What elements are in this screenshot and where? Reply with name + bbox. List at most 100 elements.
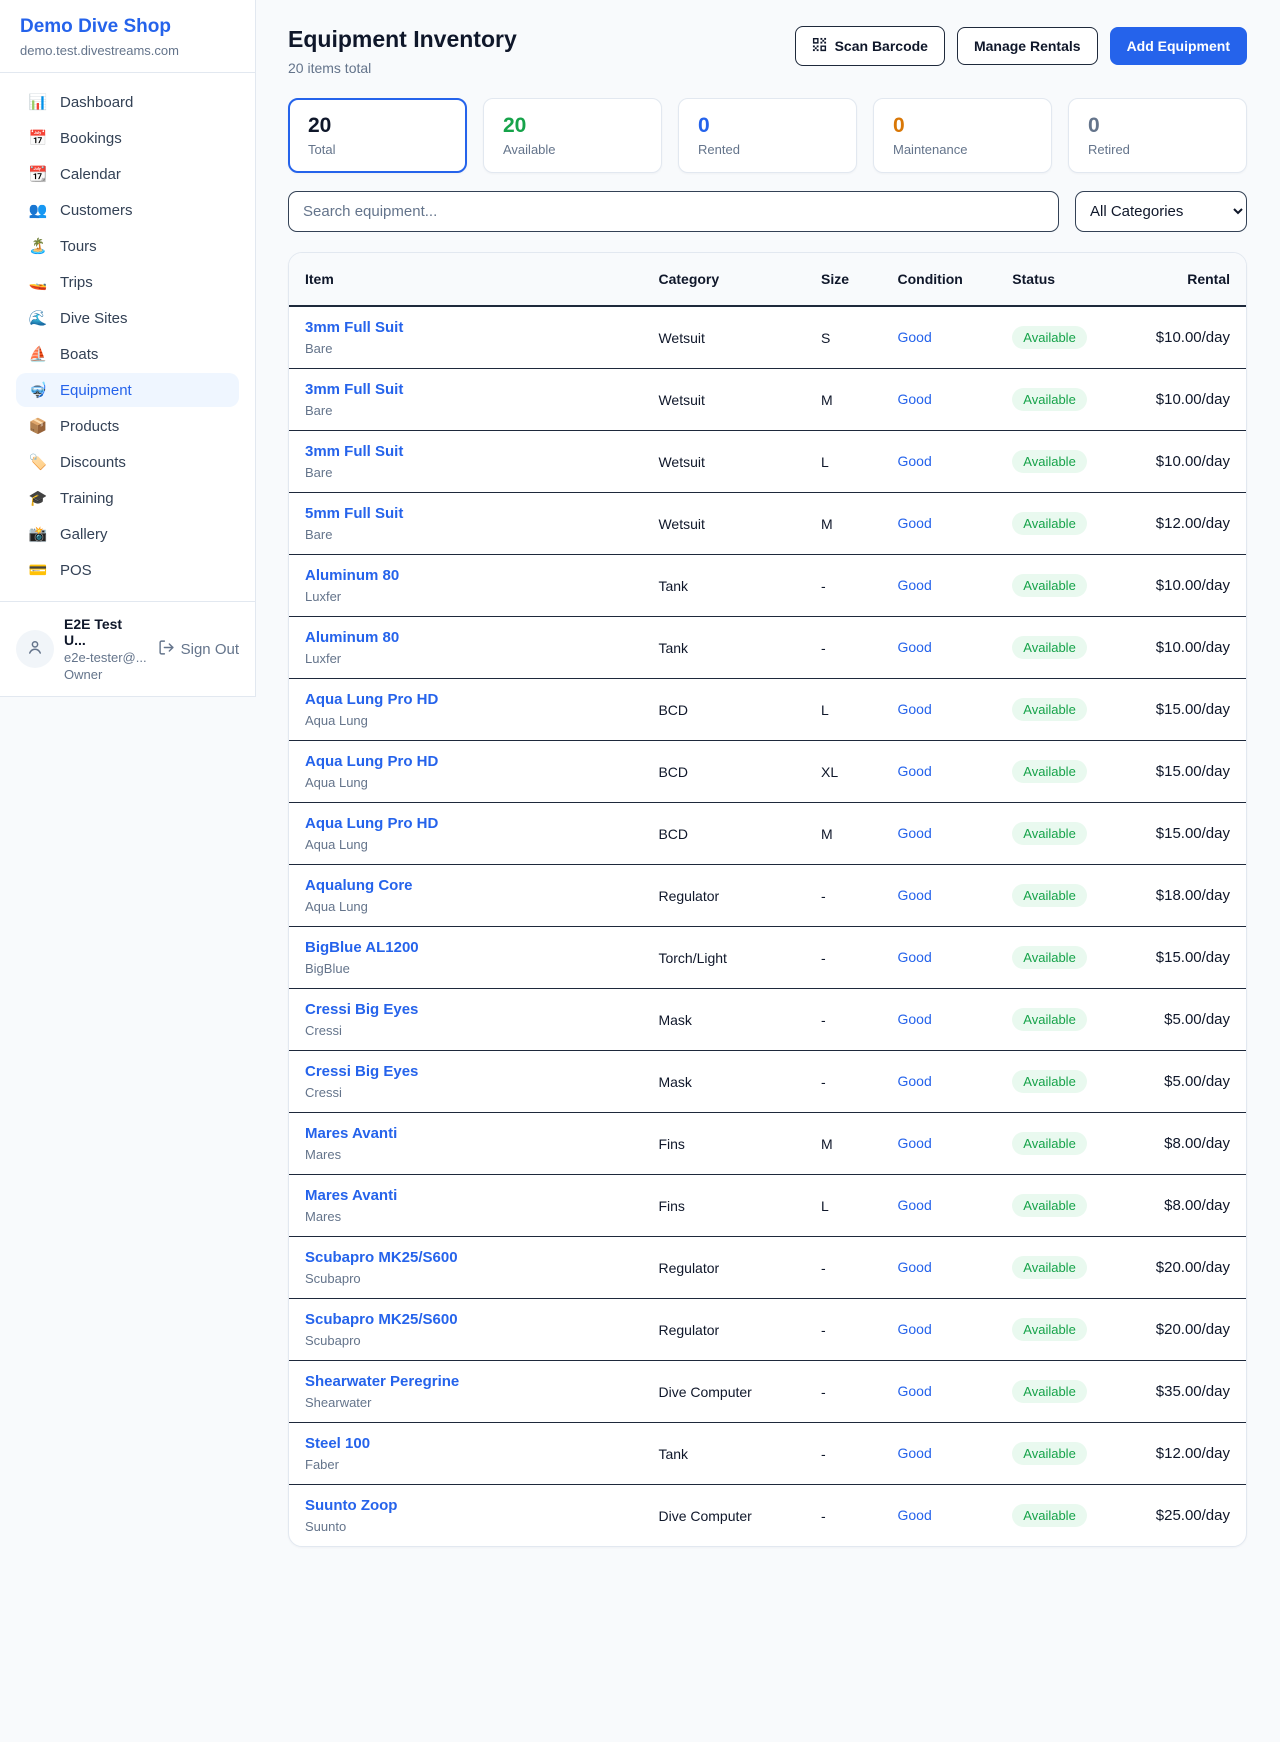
- item-condition-link[interactable]: Good: [898, 887, 932, 903]
- item-name-link[interactable]: Mares Avanti: [305, 1187, 397, 1204]
- sidebar-item-dive-sites[interactable]: 🌊 Dive Sites: [16, 301, 239, 335]
- add-equipment-button[interactable]: Add Equipment: [1110, 27, 1247, 65]
- item-condition-link[interactable]: Good: [898, 515, 932, 531]
- item-name-link[interactable]: Cressi Big Eyes: [305, 1001, 418, 1018]
- sidebar-item-label: Calendar: [60, 166, 121, 183]
- sidebar-item-label: Training: [60, 490, 114, 507]
- item-condition-link[interactable]: Good: [898, 1445, 932, 1461]
- item-brand: Aqua Lung: [305, 837, 626, 852]
- item-condition-link[interactable]: Good: [898, 391, 932, 407]
- diving-mask-icon: 🤿: [28, 381, 48, 399]
- stat-card-retired[interactable]: 0 Retired: [1068, 98, 1247, 173]
- sidebar-item-gallery[interactable]: 📸 Gallery: [16, 517, 239, 551]
- item-name-link[interactable]: Mares Avanti: [305, 1125, 397, 1142]
- item-rental-rate: $15.00/day: [1140, 741, 1246, 803]
- status-badge: Available: [1012, 1132, 1087, 1155]
- item-name-link[interactable]: Suunto Zoop: [305, 1497, 397, 1514]
- calendar-icon: 📅: [28, 129, 48, 147]
- sidebar-item-label: Dive Sites: [60, 310, 128, 327]
- item-name-link[interactable]: Aqualung Core: [305, 877, 413, 894]
- item-brand: Shearwater: [305, 1395, 626, 1410]
- item-name-link[interactable]: 5mm Full Suit: [305, 505, 403, 522]
- item-condition-link[interactable]: Good: [898, 577, 932, 593]
- sidebar-item-boats[interactable]: ⛵ Boats: [16, 337, 239, 371]
- item-name-link[interactable]: 3mm Full Suit: [305, 443, 403, 460]
- item-condition-link[interactable]: Good: [898, 1073, 932, 1089]
- item-name-link[interactable]: Scubapro MK25/S600: [305, 1311, 458, 1328]
- stat-card-rented[interactable]: 0 Rented: [678, 98, 857, 173]
- item-category: Regulator: [642, 1237, 805, 1299]
- sidebar-item-label: Products: [60, 418, 119, 435]
- category-filter-select[interactable]: All Categories: [1075, 191, 1247, 232]
- manage-rentals-button[interactable]: Manage Rentals: [957, 27, 1098, 65]
- item-category: BCD: [642, 741, 805, 803]
- stat-card-available[interactable]: 20 Available: [483, 98, 662, 173]
- item-brand: Cressi: [305, 1085, 626, 1100]
- item-name-link[interactable]: Aqua Lung Pro HD: [305, 815, 438, 832]
- item-name-link[interactable]: Aqua Lung Pro HD: [305, 691, 438, 708]
- item-condition-link[interactable]: Good: [898, 453, 932, 469]
- sidebar-item-discounts[interactable]: 🏷️ Discounts: [16, 445, 239, 479]
- stat-card-maintenance[interactable]: 0 Maintenance: [873, 98, 1052, 173]
- item-category: Mask: [642, 989, 805, 1051]
- item-name-link[interactable]: 3mm Full Suit: [305, 319, 403, 336]
- sidebar-item-label: Bookings: [60, 130, 122, 147]
- item-size: -: [805, 865, 882, 927]
- item-condition-link[interactable]: Good: [898, 329, 932, 345]
- item-brand: Aqua Lung: [305, 775, 626, 790]
- table-row: Mares Avanti Mares Fins L Good Available…: [289, 1175, 1246, 1237]
- stat-value: 0: [893, 114, 1032, 138]
- status-badge: Available: [1012, 884, 1087, 907]
- sidebar-item-calendar[interactable]: 📆 Calendar: [16, 157, 239, 191]
- item-condition-link[interactable]: Good: [898, 1321, 932, 1337]
- item-condition-link[interactable]: Good: [898, 1011, 932, 1027]
- sidebar-item-equipment[interactable]: 🤿 Equipment: [16, 373, 239, 407]
- item-condition-link[interactable]: Good: [898, 1507, 932, 1523]
- stat-value: 0: [1088, 114, 1227, 138]
- item-size: L: [805, 679, 882, 741]
- status-badge: Available: [1012, 698, 1087, 721]
- sidebar-item-bookings[interactable]: 📅 Bookings: [16, 121, 239, 155]
- sign-out-button[interactable]: Sign Out: [158, 639, 239, 660]
- item-name-link[interactable]: BigBlue AL1200: [305, 939, 419, 956]
- column-header-rental: Rental: [1140, 253, 1246, 306]
- sidebar-item-label: Dashboard: [60, 94, 133, 111]
- item-name-link[interactable]: Aluminum 80: [305, 629, 399, 646]
- item-condition-link[interactable]: Good: [898, 1135, 932, 1151]
- stat-card-total[interactable]: 20 Total: [288, 98, 467, 173]
- item-category: BCD: [642, 679, 805, 741]
- item-condition-link[interactable]: Good: [898, 949, 932, 965]
- column-header-item: Item: [289, 253, 642, 306]
- scan-barcode-button[interactable]: Scan Barcode: [795, 26, 945, 66]
- sidebar-item-dashboard[interactable]: 📊 Dashboard: [16, 85, 239, 119]
- item-condition-link[interactable]: Good: [898, 1197, 932, 1213]
- item-size: L: [805, 1175, 882, 1237]
- search-input[interactable]: [288, 191, 1059, 232]
- item-condition-link[interactable]: Good: [898, 1383, 932, 1399]
- filter-row: All Categories: [288, 191, 1247, 232]
- item-brand: Aqua Lung: [305, 899, 626, 914]
- item-name-link[interactable]: Aqua Lung Pro HD: [305, 753, 438, 770]
- item-condition-link[interactable]: Good: [898, 763, 932, 779]
- item-name-link[interactable]: Shearwater Peregrine: [305, 1373, 459, 1390]
- item-name-link[interactable]: Aluminum 80: [305, 567, 399, 584]
- item-name-link[interactable]: Scubapro MK25/S600: [305, 1249, 458, 1266]
- user-name: E2E Test U...: [64, 616, 148, 648]
- item-size: -: [805, 555, 882, 617]
- sidebar-item-customers[interactable]: 👥 Customers: [16, 193, 239, 227]
- sidebar-item-trips[interactable]: 🚤 Trips: [16, 265, 239, 299]
- header-actions: Scan Barcode Manage Rentals Add Equipmen…: [795, 26, 1247, 66]
- sidebar-item-products[interactable]: 📦 Products: [16, 409, 239, 443]
- item-condition-link[interactable]: Good: [898, 701, 932, 717]
- sidebar-item-training[interactable]: 🎓 Training: [16, 481, 239, 515]
- item-condition-link[interactable]: Good: [898, 825, 932, 841]
- item-category: Wetsuit: [642, 493, 805, 555]
- item-condition-link[interactable]: Good: [898, 1259, 932, 1275]
- item-size: -: [805, 927, 882, 989]
- sidebar-item-pos[interactable]: 💳 POS: [16, 553, 239, 587]
- item-condition-link[interactable]: Good: [898, 639, 932, 655]
- item-name-link[interactable]: Steel 100: [305, 1435, 370, 1452]
- item-name-link[interactable]: Cressi Big Eyes: [305, 1063, 418, 1080]
- item-name-link[interactable]: 3mm Full Suit: [305, 381, 403, 398]
- sidebar-item-tours[interactable]: 🏝️ Tours: [16, 229, 239, 263]
